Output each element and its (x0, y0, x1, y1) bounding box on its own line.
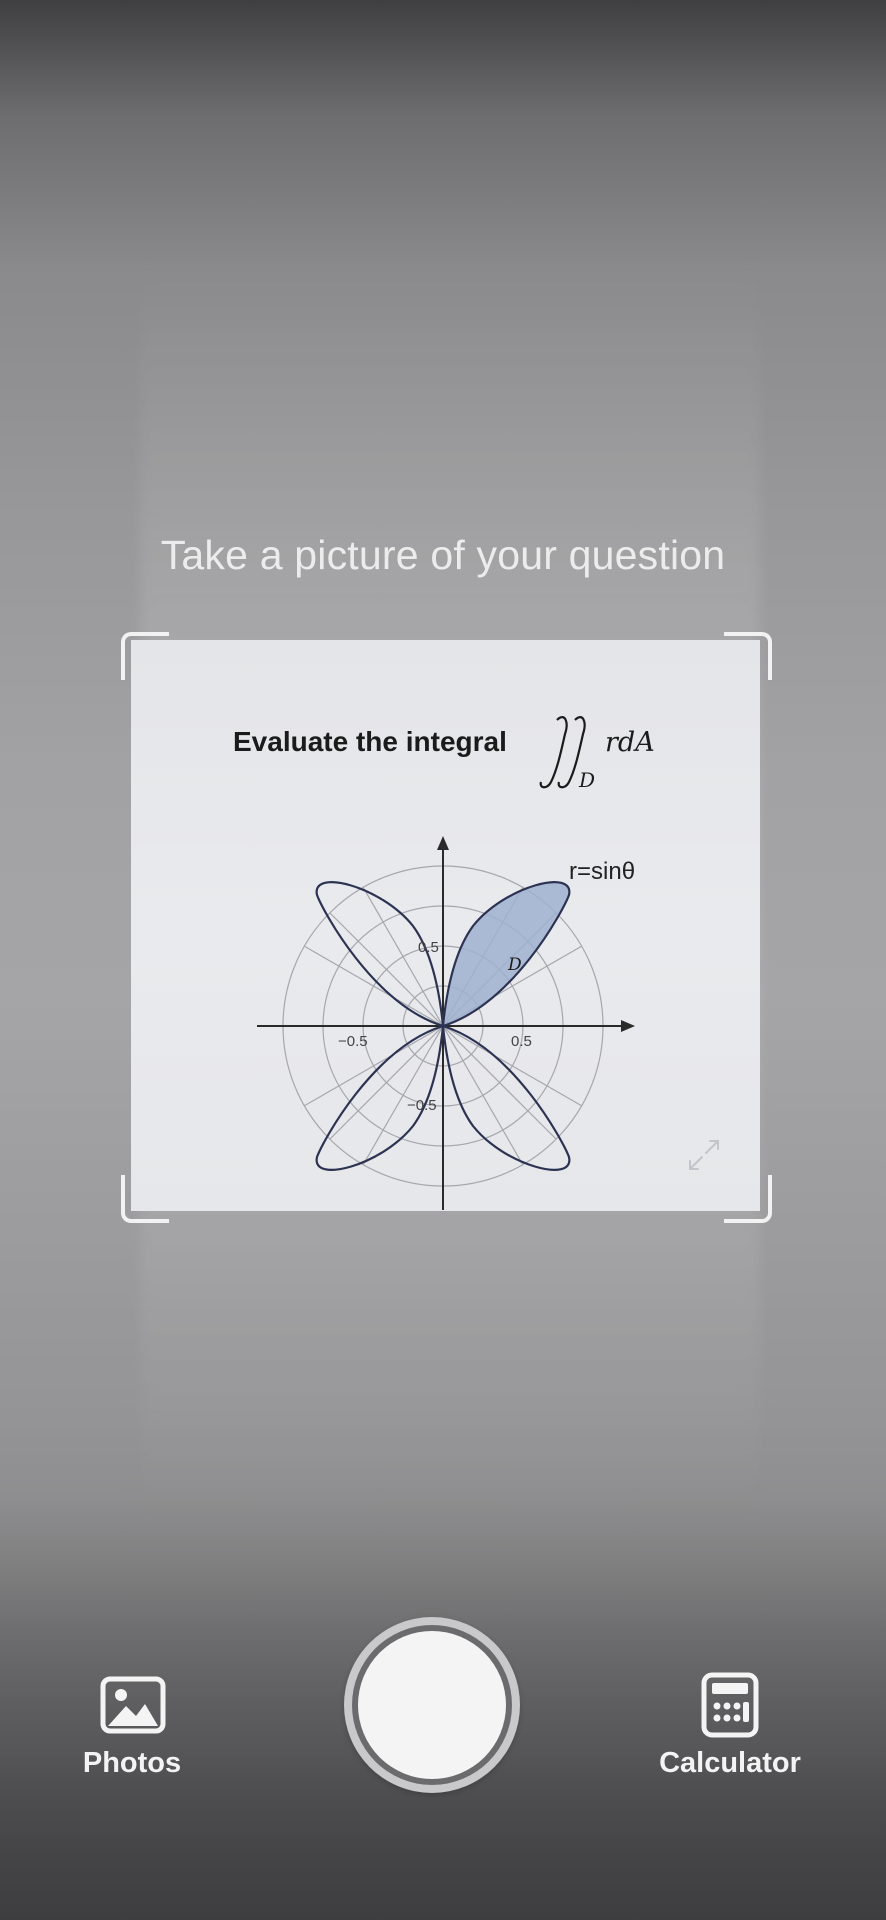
polar-rose-plot: D 0.5 −0.5 0.5 −0.5 (257, 836, 635, 1210)
shaded-petal-D (441, 881, 571, 1028)
integral-integrand: rdA (605, 727, 655, 758)
calculator-label: Calculator (659, 1747, 801, 1779)
calculator-icon (701, 1672, 759, 1738)
region-D-label: D (507, 955, 522, 975)
x-axis-arrow (621, 1020, 635, 1032)
photos-label: Photos (82, 1747, 182, 1779)
question-text: Evaluate the integral (233, 726, 507, 757)
capture-prompt: Take a picture of your question (160, 532, 726, 578)
viewfinder-corner-top-left[interactable] (121, 632, 169, 680)
calculator-button[interactable]: Calculator (650, 1672, 810, 1792)
camera-screen: Take a picture of your question Evaluate… (0, 0, 886, 1920)
shutter-button[interactable] (344, 1617, 520, 1793)
viewfinder-corner-bottom-right[interactable] (724, 1175, 772, 1223)
shutter-core (358, 1631, 506, 1779)
petal-lower-right (441, 1024, 571, 1171)
viewfinder-corner-top-right[interactable] (724, 632, 772, 680)
tick-label-y-positive: 0.5 (418, 939, 439, 956)
tick-label-x-negative: −0.5 (338, 1033, 368, 1050)
y-axis-arrow (437, 836, 449, 850)
tick-label-x-positive: 0.5 (511, 1033, 532, 1050)
double-integral-expression: D rdA (539, 716, 655, 792)
expand-icon[interactable] (684, 1135, 724, 1175)
photos-button[interactable]: Photos (72, 1672, 192, 1792)
viewfinder-corner-bottom-left[interactable] (121, 1175, 169, 1223)
image-icon (100, 1676, 166, 1734)
tick-label-y-negative: −0.5 (407, 1097, 437, 1114)
integral-region-label: D (578, 768, 595, 792)
